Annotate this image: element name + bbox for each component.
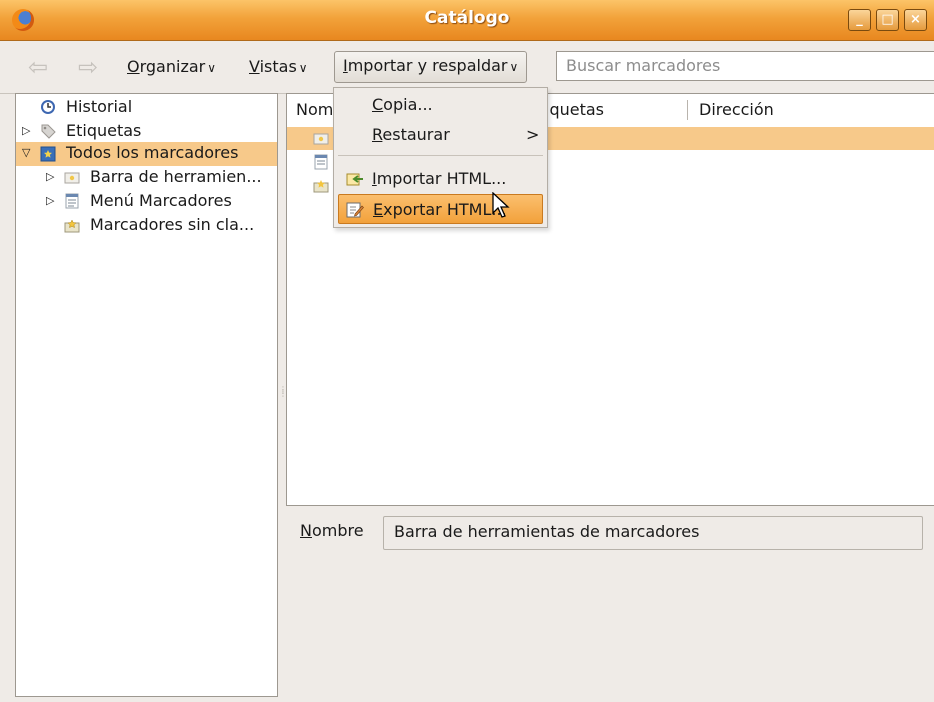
forward-arrow-icon[interactable]: ⇨ (72, 55, 104, 79)
bookmarks-menu-icon (314, 154, 328, 170)
window-titlebar[interactable]: Catálogo _ □ × (0, 0, 934, 41)
import-backup-menu-button[interactable]: Importar y respaldar ∨ (334, 51, 528, 83)
submenu-arrow-icon: > (526, 125, 540, 144)
close-icon[interactable]: × (904, 9, 927, 31)
name-field[interactable]: Barra de herramientas de marcadores (383, 516, 923, 550)
bookmarks-icon (40, 146, 56, 162)
library-sidebar: Historial ▷ Etiquetas ▽ Todos los marcad… (15, 93, 278, 697)
window-title: Catálogo (424, 8, 510, 28)
import-backup-dropdown-menu: Copia... Restaurar > Importar HTML... Ex… (333, 87, 548, 228)
chevron-down-icon: ∨ (298, 61, 308, 75)
column-header-name[interactable]: Nom (296, 94, 333, 126)
chevron-down-icon: ∨ (509, 60, 519, 74)
unsorted-bookmarks-icon (313, 180, 329, 193)
menu-item-import-html[interactable]: Importar HTML... (338, 164, 543, 194)
mouse-cursor-icon (492, 192, 510, 218)
organize-menu-button[interactable]: Organizar ∨ (123, 55, 220, 81)
bookmarks-menu-icon (65, 193, 79, 209)
export-html-icon (346, 202, 364, 218)
bookmarks-toolbar-icon (64, 172, 80, 184)
pane-splitter-handle[interactable]: ⋮ ⋮ (279, 386, 287, 402)
column-separator[interactable] (687, 100, 688, 120)
menu-item-backup[interactable]: Copia... (338, 90, 543, 120)
column-header-tags[interactable]: iquetas (545, 94, 604, 126)
menu-item-restore[interactable]: Restaurar > (338, 120, 543, 150)
unsorted-bookmarks-icon (64, 219, 80, 233)
name-label: Nombre (300, 521, 364, 540)
chevron-down-icon: ∨ (207, 61, 217, 75)
minimize-icon[interactable]: _ (848, 9, 871, 31)
expand-triangle-icon[interactable]: ▷ (46, 170, 54, 183)
column-header-address[interactable]: Dirección (699, 94, 774, 126)
collapse-triangle-icon[interactable]: ▽ (22, 142, 30, 164)
search-input[interactable]: Buscar marcadores (556, 51, 934, 81)
clock-icon (41, 100, 55, 114)
bookmarks-toolbar-icon (313, 133, 329, 145)
expand-triangle-icon[interactable]: ▷ (22, 124, 30, 137)
sidebar-item-all-bookmarks[interactable]: ▽ Todos los marcadores (16, 142, 277, 166)
expand-triangle-icon[interactable]: ▷ (46, 194, 54, 207)
menu-item-export-html[interactable]: Exportar HTML... (338, 194, 543, 224)
import-html-icon (346, 173, 363, 186)
maximize-icon[interactable]: □ (876, 9, 899, 31)
tags-icon (41, 124, 56, 139)
views-menu-button[interactable]: Vistas ∨ (245, 55, 312, 81)
back-arrow-icon[interactable]: ⇦ (22, 55, 54, 79)
menu-separator (338, 155, 543, 156)
